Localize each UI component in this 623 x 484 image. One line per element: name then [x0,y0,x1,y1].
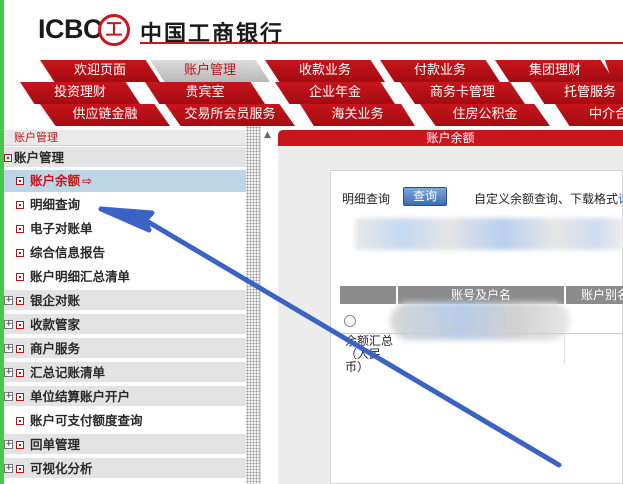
nav-business-card[interactable]: 商务卡管理 [400,82,525,104]
tree-label: 账户可支付额度查询 [30,413,143,428]
small-square-bullet-icon [16,417,24,425]
tree-label: 商户服务 [30,341,81,356]
plus-expander-icon[interactable]: + [4,344,13,353]
tree-item-payable-quota[interactable]: 账户可支付额度查询 [4,410,246,432]
tree-label: 账户管理 [14,150,65,165]
tree-label: 可视化分析 [30,461,93,476]
tree-group-collection-manager[interactable]: + 收款管家 [4,314,246,336]
tree-label: 电子对账单 [30,221,93,236]
left-panel-title: 账户管理 [4,130,246,146]
th-account-alias: 账户别名 [564,286,623,304]
plus-expander-icon[interactable]: + [4,320,13,329]
tree-group-receipt-management[interactable]: + 回单管理 [4,434,246,456]
tree-label: 账户余额 [30,173,81,188]
nav-custody[interactable]: 托管服务 [530,82,623,104]
small-square-bullet-icon [16,465,24,473]
plus-expander-icon[interactable]: + [4,440,13,449]
tree-label: 收款管家 [30,317,81,332]
th-select [340,286,396,304]
tree-label: 明细查询 [30,197,81,212]
tree-item-e-statement[interactable]: 电子对账单 [4,218,246,240]
tree-label: 回单管理 [30,437,81,452]
tree-label: 账户明细汇总清单 [30,269,131,284]
small-square-bullet-icon [16,321,24,329]
top-navigation: 欢迎页面 账户管理 收款业务 付款业务 集团理财 投资理财 贵宾室 企业年金 商… [0,60,623,126]
account-tree: 账户管理 账户余额 ⇨ 明细查询 电子对账单 综合信息报告 账户明细汇总清单 + … [4,147,246,484]
summary-cell [395,334,565,364]
tree-item-info-report[interactable]: 综合信息报告 [4,242,246,264]
tree-group-summary-ledger[interactable]: + 汇总记账清单 [4,362,246,384]
detail-query-label: 明细查询 [342,192,391,206]
nav-account-management[interactable]: 账户管理 [150,60,270,82]
small-square-bullet-icon [16,201,24,209]
nav-housing-fund[interactable]: 住房公积金 [420,104,550,126]
pane-splitter[interactable] [246,126,260,484]
tree-group-bank-reconciliation[interactable]: + 银企对账 [4,290,246,312]
nav-receivables[interactable]: 收款业务 [265,60,385,82]
icbc-window: ICBC 工 中国工商银行 欢迎页面 账户管理 收款业务 付款业务 集团理财 投… [0,0,623,484]
small-square-bullet-icon [16,225,24,233]
custom-balance-label: 自定义余额查询、下载格式 [474,192,619,206]
small-square-bullet-icon [16,249,24,257]
tree-item-detail-query[interactable]: 明细查询 [4,194,246,216]
nav-row-2: 投资理财 贵宾室 企业年金 商务卡管理 托管服务 [0,82,623,104]
header: ICBC 工 中国工商银行 [0,0,623,60]
icbc-logo-text: ICBC [38,14,103,44]
small-square-bullet-icon [16,345,24,353]
plus-expander-icon[interactable]: + [4,368,13,377]
plus-expander-icon[interactable]: + [4,464,13,473]
left-edge-strip [0,0,4,484]
small-square-bullet-icon [16,177,24,185]
custom-format-link[interactable]: 请 [618,192,623,206]
nav-row-3: 供应链金融 交易所会员服务 海关业务 住房公积金 中介合作 [0,104,623,126]
row-select-radio[interactable] [344,315,356,327]
icbc-logo-icon: 工 [98,14,130,46]
tree-label: 汇总记账清单 [30,365,106,380]
nav-welcome[interactable]: 欢迎页面 [40,60,160,82]
nav-vip-room[interactable]: 贵宾室 [145,82,265,104]
tree-group-merchant-service[interactable]: + 商户服务 [4,338,246,360]
tree-root-account-management[interactable]: 账户管理 [4,147,246,169]
nav-pension[interactable]: 企业年金 [275,82,395,104]
nav-exchange-member[interactable]: 交易所会员服务 [165,104,295,126]
plus-expander-icon[interactable]: + [4,392,13,401]
tree-label: 单位结算账户开户 [30,389,131,404]
small-square-bullet-icon [16,393,24,401]
nav-intermediary[interactable]: 中介合作 [555,104,623,126]
tree-label: 综合信息报告 [30,245,106,260]
custom-balance-text: 自定义余额查询、下载格式请 [474,190,623,207]
scroll-up-arrow-icon[interactable]: ▲ [264,130,271,140]
query-button[interactable]: 查询 [403,187,447,206]
tree-group-account-opening[interactable]: + 单位结算账户开户 [4,386,246,408]
right-arrow-icon: ⇨ [82,174,93,188]
nav-group-finance[interactable]: 集团理财 [495,60,615,82]
tree-item-account-balance[interactable]: 账户余额 ⇨ [4,170,246,192]
small-square-bullet-icon [16,297,24,305]
nav-investment[interactable]: 投资理财 [20,82,140,104]
plus-expander-icon[interactable]: + [4,296,13,305]
tree-group-visual-analysis[interactable]: + 可视化分析 [4,458,246,480]
nav-customs[interactable]: 海关业务 [300,104,415,126]
tree-item-detail-summary[interactable]: 账户明细汇总清单 [4,266,246,288]
balance-summary-label: 余额汇总（人民币） [345,334,394,374]
nav-supply-chain[interactable]: 供应链金融 [40,104,170,126]
small-square-bullet-icon [16,273,24,281]
small-square-bullet-icon [4,154,12,162]
nav-row-1: 欢迎页面 账户管理 收款业务 付款业务 集团理财 [0,60,623,82]
right-panel-title: 账户余额 [278,130,623,146]
small-square-bullet-icon [16,369,24,377]
redacted-account-info [355,218,623,250]
tree-label: 银企对账 [30,293,81,308]
header-divider [140,42,623,44]
small-square-bullet-icon [16,441,24,449]
vertical-scrollbar[interactable]: ▲ [260,126,276,484]
nav-payments[interactable]: 付款业务 [380,60,500,82]
